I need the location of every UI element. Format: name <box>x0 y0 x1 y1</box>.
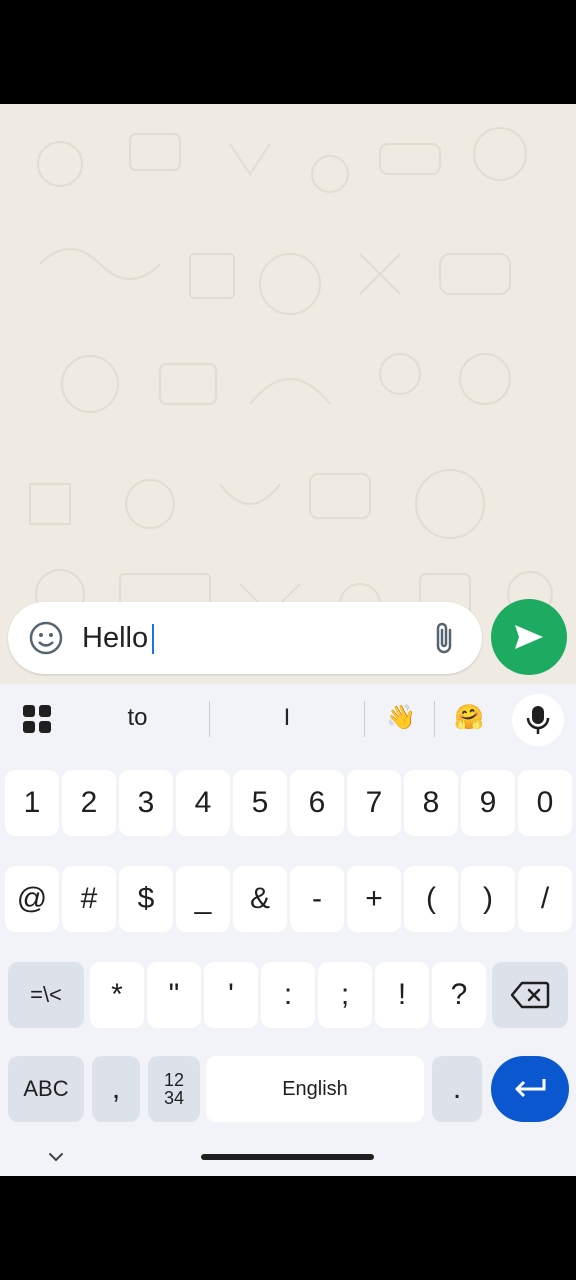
key-5[interactable]: 5 <box>233 770 287 836</box>
key-ampersand[interactable]: & <box>233 866 287 932</box>
key-dollar[interactable]: $ <box>119 866 173 932</box>
paperclip-icon[interactable] <box>430 620 460 656</box>
navigation-bar <box>0 1176 576 1280</box>
chat-background <box>0 104 576 684</box>
sticker-icon[interactable] <box>28 620 64 656</box>
space-key[interactable]: English <box>206 1056 424 1122</box>
message-composer[interactable]: Hello <box>8 602 482 674</box>
chevron-down-icon[interactable] <box>44 1148 68 1166</box>
key-hash[interactable]: # <box>62 866 116 932</box>
key-underscore[interactable]: _ <box>176 866 230 932</box>
key-question[interactable]: ? <box>432 962 486 1028</box>
key-slash[interactable]: / <box>518 866 572 932</box>
message-input[interactable]: Hello <box>82 620 155 656</box>
send-button[interactable] <box>491 599 567 675</box>
key-plus[interactable]: + <box>347 866 401 932</box>
key-colon[interactable]: : <box>261 962 315 1028</box>
send-icon <box>515 625 543 649</box>
suggestion-emoji-1[interactable]: 👋 <box>370 698 432 738</box>
key-1[interactable]: 1 <box>5 770 59 836</box>
grid-icon[interactable] <box>16 698 58 740</box>
keyboard: to I 👋 🤗 1 2 3 4 5 6 7 8 9 0 @ # $ _ & -… <box>0 684 576 1176</box>
period-key[interactable]: . <box>432 1056 482 1122</box>
text-caret <box>152 624 155 655</box>
suggestion-word-2[interactable]: I <box>210 698 364 738</box>
home-indicator[interactable] <box>201 1154 374 1160</box>
numpad-key[interactable]: 12 34 <box>148 1056 200 1122</box>
suggestion-divider <box>434 701 435 737</box>
backspace-icon <box>510 981 550 1009</box>
key-9[interactable]: 9 <box>461 770 515 836</box>
key-double-quote[interactable]: " <box>147 962 201 1028</box>
key-2[interactable]: 2 <box>62 770 116 836</box>
suggestion-strip: to I 👋 🤗 <box>0 684 576 754</box>
abc-key[interactable]: ABC <box>8 1056 84 1122</box>
key-minus[interactable]: - <box>290 866 344 932</box>
enter-key[interactable] <box>491 1056 569 1122</box>
key-0[interactable]: 0 <box>518 770 572 836</box>
key-asterisk[interactable]: * <box>90 962 144 1028</box>
key-8[interactable]: 8 <box>404 770 458 836</box>
key-7[interactable]: 7 <box>347 770 401 836</box>
suggestion-emoji-2[interactable]: 🤗 <box>438 698 500 738</box>
key-paren-open[interactable]: ( <box>404 866 458 932</box>
key-4[interactable]: 4 <box>176 770 230 836</box>
more-symbols-key[interactable]: =\< <box>8 962 84 1028</box>
mic-icon[interactable] <box>512 694 564 746</box>
backspace-key[interactable] <box>492 962 568 1028</box>
key-paren-close[interactable]: ) <box>461 866 515 932</box>
key-semicolon[interactable]: ; <box>318 962 372 1028</box>
comma-key[interactable]: , <box>92 1056 140 1122</box>
enter-icon <box>515 1079 546 1098</box>
key-exclamation[interactable]: ! <box>375 962 429 1028</box>
numpad-key-top: 12 <box>163 1070 185 1090</box>
status-bar <box>0 0 576 104</box>
key-single-quote[interactable]: ' <box>204 962 258 1028</box>
key-3[interactable]: 3 <box>119 770 173 836</box>
suggestion-divider <box>364 701 365 737</box>
key-at[interactable]: @ <box>5 866 59 932</box>
numpad-key-bottom: 34 <box>163 1088 185 1108</box>
message-text: Hello <box>82 622 149 654</box>
key-6[interactable]: 6 <box>290 770 344 836</box>
doodle-pattern <box>29 127 553 635</box>
suggestion-word-1[interactable]: to <box>80 698 195 738</box>
